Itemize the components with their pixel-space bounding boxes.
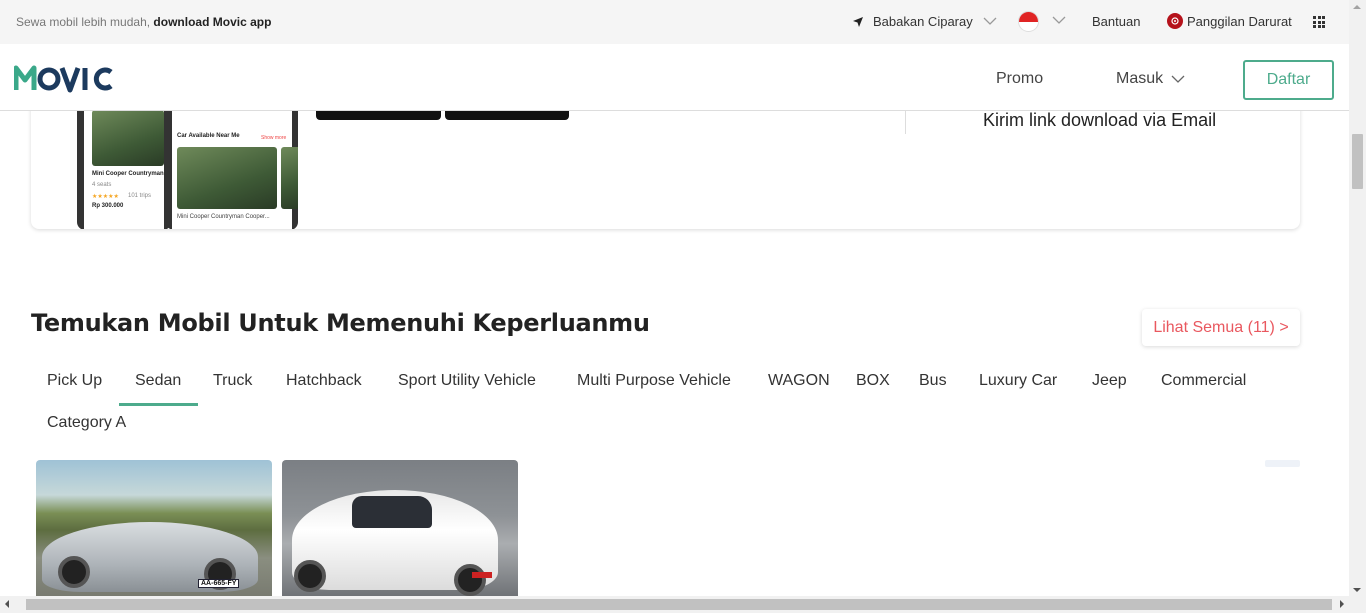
see-all-button[interactable]: Lihat Semua (11) >	[1142, 309, 1300, 346]
tab-commercial[interactable]: Commercial	[1161, 372, 1246, 390]
vertical-scrollbar[interactable]	[1349, 0, 1366, 596]
tab-sedan[interactable]: Sedan	[135, 372, 181, 390]
top-utility-bar: Sewa mobil lebih mudah, download Movic a…	[0, 0, 1349, 44]
scroll-left-icon[interactable]	[5, 600, 9, 608]
tab-suv[interactable]: Sport Utility Vehicle	[398, 372, 536, 390]
location-arrow-icon	[853, 16, 863, 27]
car-card-image[interactable]	[282, 460, 518, 600]
scroll-down-icon[interactable]	[1353, 588, 1361, 592]
tab-category-a[interactable]: Category A	[47, 414, 126, 432]
email-download-link[interactable]: Kirim link download via Email	[983, 110, 1216, 131]
car-window	[352, 496, 432, 528]
location-label: Babakan Ciparay	[873, 14, 973, 29]
phone-car-name: Mini Cooper Countryman Cooper...	[177, 214, 270, 220]
phone-section-label: Car Available Near Me	[177, 133, 240, 139]
divider	[905, 108, 906, 134]
tab-bus[interactable]: Bus	[919, 372, 947, 390]
license-plate	[472, 572, 492, 578]
tab-jeep[interactable]: Jeep	[1092, 372, 1127, 390]
chevron-down-icon[interactable]	[1052, 16, 1066, 25]
chevron-down-icon	[983, 17, 997, 25]
section-title: Temukan Mobil Untuk Memenuhi Keperluanmu	[31, 309, 650, 337]
movic-logo[interactable]	[14, 60, 114, 94]
phone-car-trips: 101 trips	[128, 193, 152, 199]
tab-mpv[interactable]: Multi Purpose Vehicle	[577, 372, 731, 390]
rating-stars: ★★★★★	[92, 194, 119, 200]
main-navbar: Promo Masuk Daftar	[0, 44, 1349, 111]
download-app-link[interactable]: download Movic app	[153, 15, 271, 29]
active-tab-indicator	[119, 403, 198, 406]
movic-logo-mark	[14, 65, 113, 93]
apps-grid-icon[interactable]	[1313, 16, 1325, 28]
car-wheel	[58, 556, 90, 588]
help-link[interactable]: Bantuan	[1092, 14, 1140, 29]
scrollbar-thumb[interactable]	[26, 599, 1332, 610]
car-wheel	[454, 564, 486, 596]
phone-car-price: Rp 300.000	[92, 203, 124, 209]
chevron-down-icon	[1171, 75, 1185, 83]
tab-pick-up[interactable]: Pick Up	[47, 372, 102, 390]
language-flag-icon[interactable]	[1018, 11, 1039, 32]
phone-car-name: Mini Cooper Countryman	[92, 171, 164, 177]
phone-car-seats: 4 seats	[92, 182, 112, 188]
tab-truck[interactable]: Truck	[213, 372, 252, 390]
nav-promo-link[interactable]: Promo	[996, 70, 1043, 88]
car-photo	[281, 147, 298, 209]
car-card-image[interactable]: AA-665-FY	[36, 460, 272, 600]
emergency-icon	[1167, 13, 1183, 29]
emergency-call-link[interactable]: Panggilan Darurat	[1167, 13, 1292, 29]
login-dropdown[interactable]: Masuk	[1116, 70, 1185, 88]
scrollbar-thumb[interactable]	[1352, 134, 1363, 189]
tab-hatchback[interactable]: Hatchback	[286, 372, 362, 390]
license-plate: AA-665-FY	[198, 579, 240, 588]
car-photo	[177, 147, 277, 209]
phone-show-more: Show more	[261, 135, 287, 141]
register-button[interactable]: Daftar	[1243, 60, 1334, 100]
carousel-next-hint[interactable]	[1265, 460, 1300, 467]
car-photo	[92, 110, 164, 166]
app-promo-prefix: Sewa mobil lebih mudah,	[16, 15, 151, 29]
tab-wagon[interactable]: WAGON	[768, 372, 830, 390]
emergency-label: Panggilan Darurat	[1187, 13, 1292, 29]
scroll-up-icon[interactable]	[1353, 5, 1361, 9]
scroll-right-icon[interactable]	[1340, 600, 1344, 608]
tab-luxury-car[interactable]: Luxury Car	[979, 372, 1057, 390]
location-selector[interactable]: Babakan Ciparay	[852, 14, 997, 29]
login-label: Masuk	[1116, 70, 1164, 87]
tab-box[interactable]: BOX	[856, 372, 890, 390]
car-wheel	[294, 560, 326, 592]
horizontal-scrollbar[interactable]	[0, 596, 1366, 613]
app-promo[interactable]: Sewa mobil lebih mudah, download Movic a…	[16, 15, 271, 29]
